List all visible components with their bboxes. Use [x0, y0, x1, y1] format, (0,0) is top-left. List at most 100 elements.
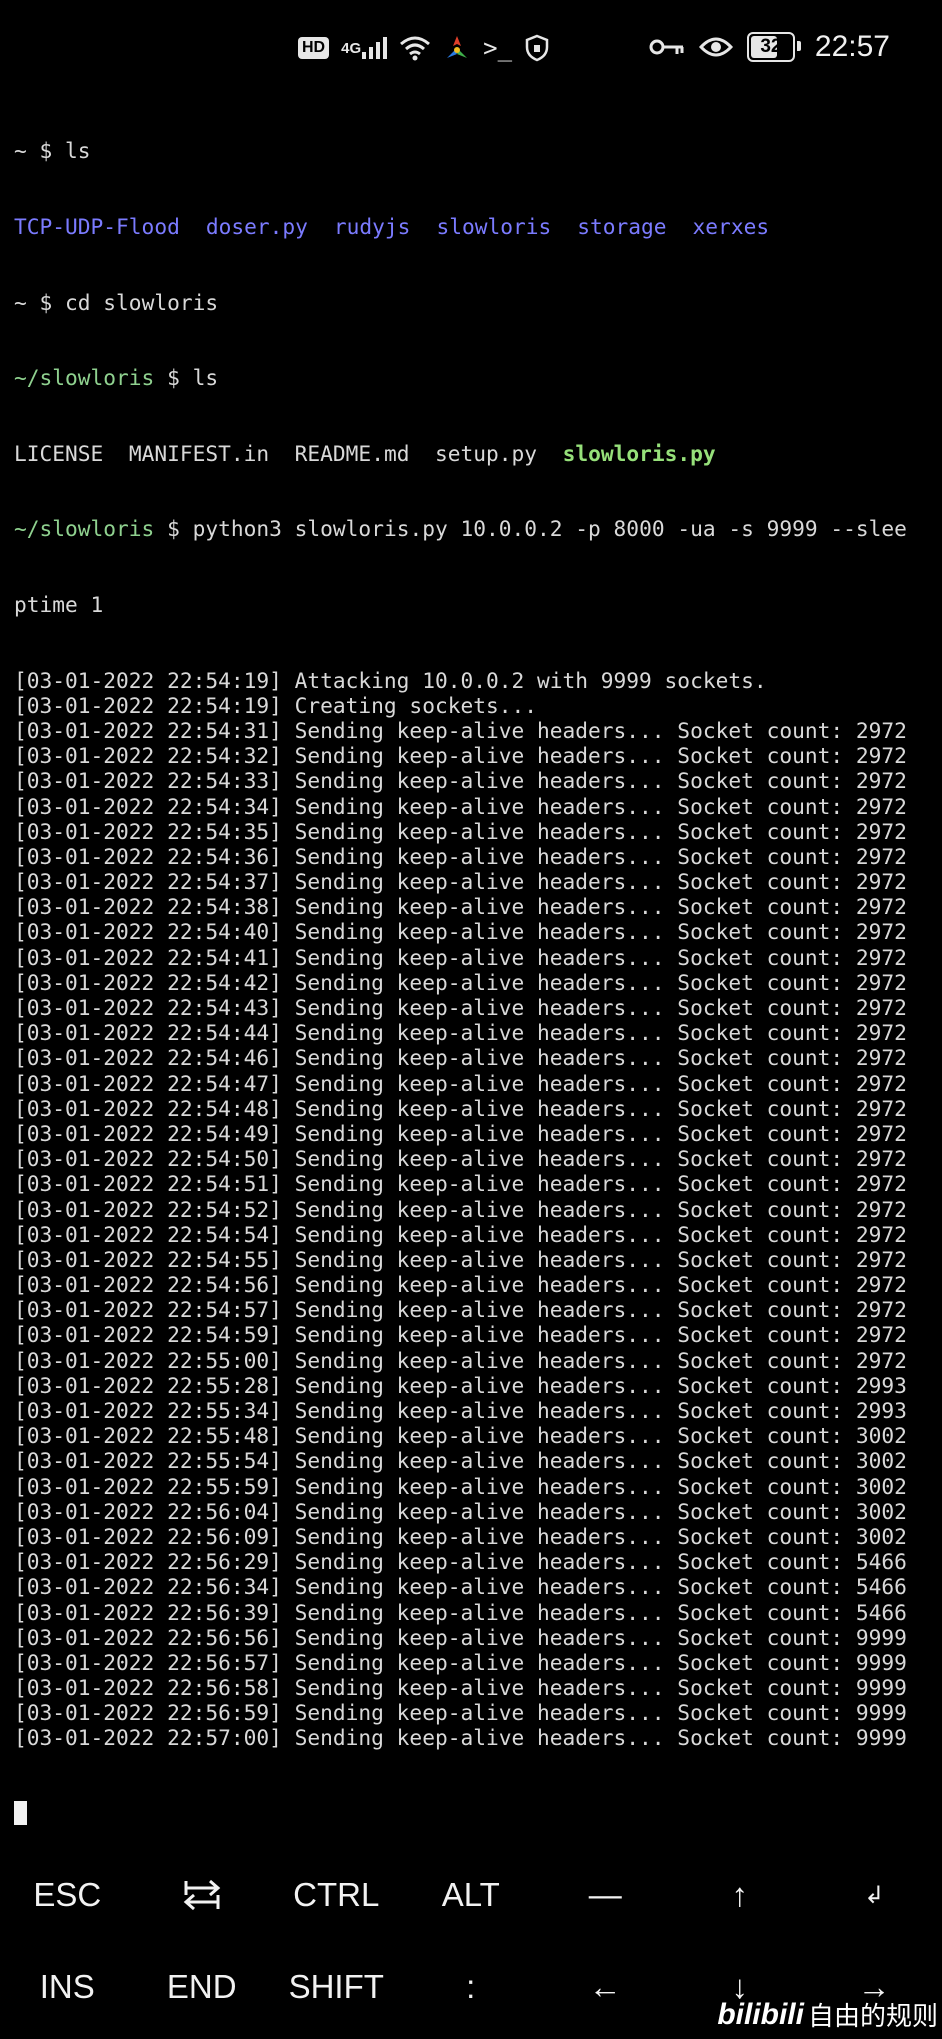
terminal-line: ptime 1	[14, 591, 104, 617]
log-line: [03-01-2022 22:54:54] Sending keep-alive…	[14, 1221, 907, 1247]
log-line: [03-01-2022 22:56:04] Sending keep-alive…	[14, 1498, 907, 1524]
app-notification-icon	[443, 34, 471, 62]
watermark-brand: bilibili	[717, 1997, 804, 2031]
command: python3 slowloris.py 10.0.0.2 -p 8000 -u…	[192, 516, 907, 542]
status-bar-left: HD 4G >_	[298, 34, 550, 62]
prompt-directory: ~/slowloris	[14, 516, 155, 542]
ls-entry: doser.py	[205, 214, 308, 239]
prompt: $	[154, 516, 193, 542]
log-line: [03-01-2022 22:54:35] Sending keep-alive…	[14, 818, 907, 844]
log-line: [03-01-2022 22:54:46] Sending keep-alive…	[14, 1045, 907, 1071]
terminal-line: ~ $ cd slowloris	[14, 290, 934, 315]
terminal-line: ~/slowloris $ python3 slowloris.py 10.0.…	[14, 516, 934, 541]
ls-entry: LICENSE	[14, 440, 104, 466]
terminal-cursor	[14, 1801, 27, 1826]
left-arrow-key[interactable]: ←	[538, 1952, 673, 2022]
key-icon	[649, 36, 685, 58]
log-line: [03-01-2022 22:54:48] Sending keep-alive…	[14, 1095, 907, 1121]
signal-icon: 4G	[341, 36, 388, 60]
log-line: [03-01-2022 22:54:47] Sending keep-alive…	[14, 1070, 907, 1096]
cursor-line	[14, 1801, 934, 1826]
ls-entry: storage	[577, 214, 667, 239]
log-line: [03-01-2022 22:55:54] Sending keep-alive…	[14, 1448, 907, 1474]
ctrl-key[interactable]: CTRL	[269, 1860, 404, 1930]
bilibili-watermark: bilibili 自由的规则	[717, 1996, 938, 2033]
status-clock: 22:57	[814, 30, 890, 63]
log-line: [03-01-2022 22:54:49] Sending keep-alive…	[14, 1120, 907, 1146]
log-line: [03-01-2022 22:54:34] Sending keep-alive…	[14, 793, 907, 819]
log-output: [03-01-2022 22:54:19] Attacking 10.0.0.2…	[14, 668, 934, 1751]
end-key[interactable]: END	[135, 1952, 270, 2022]
terminal-line: ~ $ ls	[14, 138, 934, 163]
shift-key[interactable]: SHIFT	[269, 1952, 404, 2022]
dash-key[interactable]: —	[538, 1860, 673, 1930]
faint-watermark	[290, 890, 650, 1030]
log-line: [03-01-2022 22:56:39] Sending keep-alive…	[14, 1599, 907, 1625]
prompt: ~ $	[14, 289, 66, 315]
ls-output-line: TCP-UDP-Flood doser.py rudyjs slowloris stor…	[14, 214, 934, 239]
status-bar-right: 32 22:57	[649, 30, 890, 64]
watermark-text: 自由的规则	[807, 2001, 938, 2031]
ls-entry: MANIFEST.in	[128, 440, 270, 466]
status-bar: HD 4G >_ 32 22:57	[0, 0, 942, 96]
extra-keys-row-1: ESC CTRL ALT — ↑ ↲	[0, 1860, 942, 1930]
log-line: [03-01-2022 22:54:50] Sending keep-alive…	[14, 1146, 907, 1172]
ls-entry: rudyjs	[333, 214, 411, 239]
command: cd slowloris	[65, 289, 219, 315]
esc-key[interactable]: ESC	[0, 1860, 135, 1930]
terminal-line: ~/slowloris $ ls	[14, 365, 934, 390]
log-line: [03-01-2022 22:56:59] Sending keep-alive…	[14, 1700, 907, 1726]
log-line: [03-01-2022 22:56:58] Sending keep-alive…	[14, 1675, 907, 1701]
network-type-label: 4G	[341, 39, 362, 57]
eye-icon	[698, 35, 733, 59]
ls-entry: README.md	[294, 440, 410, 466]
log-line: [03-01-2022 22:54:19] Creating sockets..…	[14, 692, 537, 718]
tab-key[interactable]	[135, 1860, 270, 1930]
alt-key[interactable]: ALT	[404, 1860, 539, 1930]
ins-key[interactable]: INS	[0, 1952, 135, 2022]
log-line: [03-01-2022 22:54:32] Sending keep-alive…	[14, 743, 907, 769]
ls-entry: slowloris	[436, 214, 552, 239]
extra-keys-bar: ESC CTRL ALT — ↑ ↲ INS END SHIFT : ← ↓ →…	[0, 1860, 942, 2039]
command: ls	[192, 365, 219, 391]
ls-entry: TCP-UDP-Flood	[14, 214, 180, 239]
up-arrow-key[interactable]: ↑	[673, 1860, 808, 1930]
log-line: [03-01-2022 22:56:34] Sending keep-alive…	[14, 1574, 907, 1600]
ls-output-line: LICENSE MANIFEST.in README.md setup.py s…	[14, 441, 934, 466]
battery-level: 32	[760, 36, 782, 57]
tab-arrows-icon	[183, 1879, 221, 1911]
log-line: [03-01-2022 22:55:28] Sending keep-alive…	[14, 1372, 907, 1398]
enter-key[interactable]: ↲	[807, 1860, 942, 1930]
log-line: [03-01-2022 22:56:29] Sending keep-alive…	[14, 1549, 907, 1575]
prompt: ~ $	[14, 138, 66, 164]
log-line: [03-01-2022 22:54:55] Sending keep-alive…	[14, 1246, 907, 1272]
log-line: [03-01-2022 22:54:56] Sending keep-alive…	[14, 1272, 907, 1298]
shield-icon	[524, 34, 550, 62]
log-line: [03-01-2022 22:54:33] Sending keep-alive…	[14, 768, 907, 794]
log-line: [03-01-2022 22:54:59] Sending keep-alive…	[14, 1322, 907, 1348]
colon-key[interactable]: :	[404, 1952, 539, 2022]
log-line: [03-01-2022 22:54:31] Sending keep-alive…	[14, 717, 907, 743]
battery-icon: 32	[746, 32, 801, 62]
log-line: [03-01-2022 22:54:19] Attacking 10.0.0.2…	[14, 667, 767, 693]
log-line: [03-01-2022 22:54:57] Sending keep-alive…	[14, 1297, 907, 1323]
wifi-icon	[399, 35, 431, 61]
log-line: [03-01-2022 22:57:00] Sending keep-alive…	[14, 1725, 907, 1751]
log-line: [03-01-2022 22:54:51] Sending keep-alive…	[14, 1171, 907, 1197]
terminal-icon: >_	[483, 34, 513, 62]
prompt-directory: ~/slowloris	[14, 365, 155, 391]
ls-entry: xerxes	[692, 214, 770, 239]
log-line: [03-01-2022 22:55:59] Sending keep-alive…	[14, 1473, 907, 1499]
prompt: $	[154, 365, 193, 391]
log-line: [03-01-2022 22:54:52] Sending keep-alive…	[14, 1196, 907, 1222]
hd-icon: HD	[298, 37, 330, 59]
log-line: [03-01-2022 22:54:36] Sending keep-alive…	[14, 843, 907, 869]
log-line: [03-01-2022 22:56:56] Sending keep-alive…	[14, 1624, 907, 1650]
log-line: [03-01-2022 22:56:57] Sending keep-alive…	[14, 1649, 907, 1675]
ls-entry: setup.py	[434, 440, 538, 466]
log-line: [03-01-2022 22:55:00] Sending keep-alive…	[14, 1347, 907, 1373]
log-line: [03-01-2022 22:55:48] Sending keep-alive…	[14, 1423, 907, 1449]
ls-entry-executable: slowloris.py	[562, 440, 716, 466]
log-line: [03-01-2022 22:56:09] Sending keep-alive…	[14, 1523, 907, 1549]
log-line: [03-01-2022 22:55:34] Sending keep-alive…	[14, 1398, 907, 1423]
